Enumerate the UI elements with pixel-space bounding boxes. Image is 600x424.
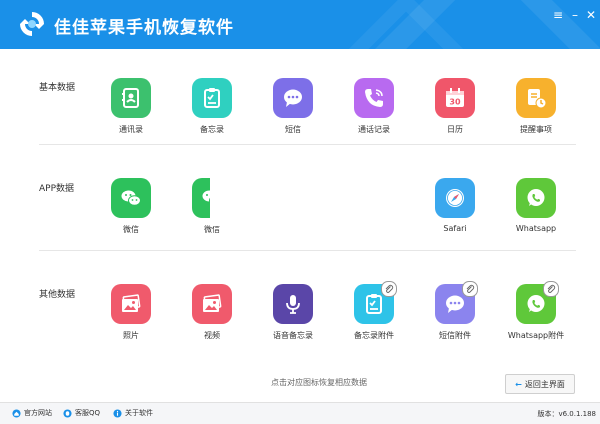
tile-reminders[interactable]: 提醒事项: [501, 78, 571, 135]
whatsapp-attachment-icon: [516, 281, 559, 324]
tile-notes[interactable]: 备忘录: [177, 78, 247, 135]
tile-label: Whatsapp附件: [507, 331, 565, 340]
wechat-icon: [111, 178, 151, 218]
section-label-other: 其他数据: [39, 290, 76, 300]
tile-videos[interactable]: 视频: [177, 284, 247, 341]
calendar-icon: 30: [435, 78, 475, 118]
paperclip-icon: [462, 281, 478, 297]
section-label-app: APP数据: [39, 184, 75, 194]
microphone-icon: [273, 284, 313, 324]
tile-sms-attachment[interactable]: 短信附件: [420, 281, 490, 341]
section-label-basic: 基本数据: [39, 83, 76, 93]
app-logo-icon: [20, 12, 44, 36]
tile-label: Whatsapp: [515, 224, 557, 233]
calendar-day-number: 30: [449, 98, 461, 107]
qq-icon: [63, 408, 72, 418]
tile-label: 微信: [123, 225, 139, 234]
close-button[interactable]: ✕: [584, 8, 598, 22]
status-bar: 官方网站 客服QQ 关于软件 版本：v6.0.1.188: [0, 402, 600, 424]
website-label: 官方网站: [24, 409, 52, 417]
occluding-overlay: [210, 178, 415, 226]
tile-label: 语音备忘录: [273, 331, 313, 340]
contacts-icon: [111, 78, 151, 118]
tile-voice-memo[interactable]: 语音备忘录: [258, 284, 328, 341]
qq-label: 客服QQ: [75, 409, 101, 417]
phone-call-icon: [354, 78, 394, 118]
tile-label: 备忘录附件: [354, 331, 394, 340]
info-icon: [113, 408, 122, 418]
notes-icon: [192, 78, 232, 118]
section-divider: [39, 250, 576, 251]
tile-wechat[interactable]: 微信: [96, 178, 166, 235]
tile-sms[interactable]: 短信: [258, 78, 328, 135]
support-qq-link[interactable]: 客服QQ: [63, 408, 100, 418]
tile-label: 短信: [285, 125, 301, 134]
photos-icon: [111, 284, 151, 324]
minimize-button[interactable]: –: [568, 8, 582, 22]
menu-button[interactable]: ≡: [551, 8, 565, 22]
back-button-label: 返回主界面: [524, 379, 565, 389]
tile-photos[interactable]: 照片: [96, 284, 166, 341]
sms-attachment-icon: [435, 281, 478, 324]
arrow-left-icon: ←: [515, 379, 522, 389]
tile-calls[interactable]: 通话记录: [339, 78, 409, 135]
about-label: 关于软件: [125, 409, 153, 417]
notes-attachment-icon: [354, 281, 397, 324]
tile-contacts[interactable]: 通讯录: [96, 78, 166, 135]
app-title: 佳佳苹果手机恢复软件: [54, 18, 234, 38]
paperclip-icon: [543, 281, 559, 297]
hint-text: 点击对应图标恢复相应数据: [271, 378, 367, 387]
tile-label: 备忘录: [200, 125, 224, 134]
videos-icon: [192, 284, 232, 324]
tile-label: 通话记录: [358, 125, 390, 134]
tile-label: Safari: [443, 224, 467, 233]
tile-label: 提醒事项: [520, 125, 552, 134]
tile-label: 短信附件: [439, 331, 471, 340]
tile-label: 照片: [123, 331, 139, 340]
tile-label: 日历: [447, 125, 463, 134]
tile-safari[interactable]: Safari: [420, 178, 490, 233]
tile-label: 通讯录: [119, 125, 143, 134]
safari-icon: [435, 178, 475, 218]
tile-whatsapp-attachment[interactable]: Whatsapp附件: [501, 281, 571, 341]
about-software-link[interactable]: 关于软件: [113, 408, 153, 418]
sms-icon: [273, 78, 313, 118]
version-text: 版本：v6.0.1.188: [537, 410, 596, 418]
official-website-link[interactable]: 官方网站: [12, 408, 52, 418]
reminders-icon: [516, 78, 556, 118]
tile-label: 视频: [204, 331, 220, 340]
tile-notes-attachment[interactable]: 备忘录附件: [339, 281, 409, 341]
tile-calendar[interactable]: 30 日历: [420, 78, 490, 135]
paperclip-icon: [381, 281, 397, 297]
section-divider: [39, 144, 576, 145]
back-to-main-button[interactable]: ← 返回主界面: [505, 374, 575, 394]
home-icon: [12, 408, 21, 418]
tile-whatsapp[interactable]: Whatsapp: [501, 178, 571, 233]
whatsapp-icon: [516, 178, 556, 218]
title-bar: 佳佳苹果手机恢复软件 ≡ – ✕: [0, 0, 600, 49]
